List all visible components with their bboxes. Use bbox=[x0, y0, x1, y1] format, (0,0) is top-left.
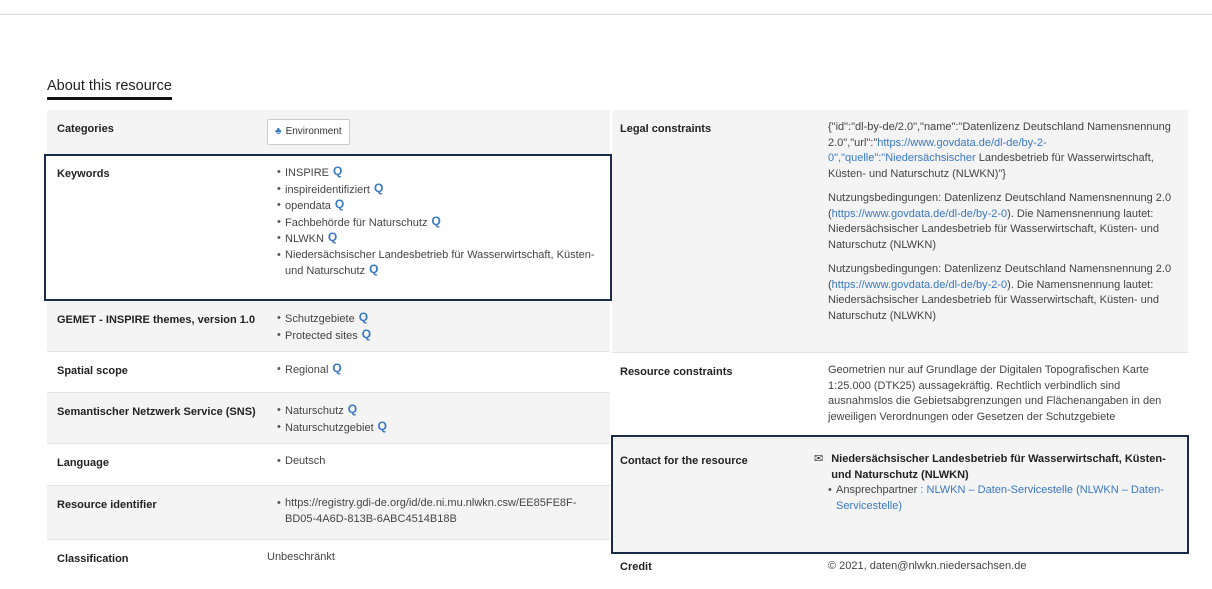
keyword-text: opendata bbox=[285, 200, 331, 212]
row-gemet: GEMET - INSPIRE themes, version 1.0 Schu… bbox=[47, 300, 610, 351]
list-item: Fachbehörde für NaturschutzQ bbox=[277, 214, 600, 232]
list-item: Niedersächsischer Landesbetrieb für Wass… bbox=[277, 248, 600, 280]
categories-label: Categories bbox=[57, 123, 114, 135]
spatial-scope-label: Spatial scope bbox=[57, 365, 128, 377]
row-keywords: Keywords INSPIREQ inspireidentifiziertQ … bbox=[47, 154, 610, 300]
classification-value: Unbeschränkt bbox=[267, 551, 335, 563]
language-list: Deutsch bbox=[267, 454, 600, 470]
keywords-label: Keywords bbox=[57, 168, 110, 180]
classification-label: Classification bbox=[57, 553, 129, 565]
keyword-text: NLWKN bbox=[285, 233, 324, 245]
contact-list: Ansprechpartner : NLWKN – Daten-Services… bbox=[814, 483, 1178, 514]
row-spatial-scope: Spatial scope RegionalQ bbox=[47, 351, 610, 392]
scope-text: Regional bbox=[285, 364, 329, 376]
resource-identifier-label: Resource identifier bbox=[57, 499, 157, 511]
legal-paragraph: {"id":"dl-by-de/2.0","name":"Datenlizenz… bbox=[828, 120, 1178, 182]
sns-text: Naturschutz bbox=[285, 405, 344, 417]
envelope-icon: ✉ bbox=[814, 453, 824, 465]
spatial-scope-value: RegionalQ bbox=[267, 352, 610, 392]
license-link[interactable]: https://www.govdata.de/dl-de/by-2-0 bbox=[832, 208, 1007, 220]
row-resource-identifier: Resource identifier https://registry.gdi… bbox=[47, 485, 610, 539]
section-title: About this resource bbox=[47, 78, 172, 100]
row-sns: Semantischer Netzwerk Service (SNS) Natu… bbox=[47, 392, 610, 443]
top-divider bbox=[0, 14, 1212, 15]
list-item: Protected sites Q bbox=[277, 327, 600, 345]
gemet-value: SchutzgebieteQ Protected sitesQ bbox=[267, 301, 610, 351]
list-item: inspireidentifiziert Q bbox=[277, 181, 600, 199]
list-item: INSPIREQ bbox=[277, 164, 600, 182]
list-item: opendata Q bbox=[277, 197, 600, 215]
sns-value: Naturschutz Q Naturschutzgebiet Q bbox=[267, 393, 610, 443]
search-icon[interactable]: Q bbox=[333, 164, 342, 180]
search-icon[interactable]: Q bbox=[328, 230, 337, 246]
row-legal-constraints: Legal constraints {"id":"dl-by-de/2.0","… bbox=[612, 110, 1188, 352]
credit-label: Credit bbox=[620, 561, 652, 573]
row-credit: Credit © 2021, daten@nlwkn.niedersachsen… bbox=[612, 552, 1188, 583]
keywords-list: INSPIREQ inspireidentifiziertQ opendataQ… bbox=[267, 164, 600, 280]
legal-paragraph: Nutzungsbedingungen: Datenlizenz Deutsch… bbox=[828, 262, 1178, 324]
keyword-text: Fachbehörde für Naturschutz bbox=[285, 216, 428, 229]
list-item: Deutsch bbox=[277, 454, 600, 470]
row-contact: Contact for the resource ✉ Niedersächsis… bbox=[612, 438, 1188, 552]
language-label: Language bbox=[57, 457, 109, 469]
search-icon[interactable]: Q bbox=[369, 262, 378, 278]
contact-organisation: Niedersächsischer Landesbetrieb für Wass… bbox=[831, 453, 1166, 481]
search-icon[interactable]: Q bbox=[359, 310, 368, 326]
sns-label: Semantischer Netzwerk Service (SNS) bbox=[57, 406, 256, 418]
environment-category-button[interactable]: ♣ Environment bbox=[267, 119, 350, 145]
resource-identifier-value: https://registry.gdi-de.org/id/de.ni.mu.… bbox=[267, 486, 610, 539]
row-categories: Categories ♣ Environment bbox=[47, 110, 610, 154]
list-item: https://registry.gdi-de.org/id/de.ni.mu.… bbox=[277, 496, 600, 527]
gemet-label: GEMET - INSPIRE themes, version 1.0 bbox=[57, 314, 256, 326]
keyword-text: INSPIRE bbox=[285, 167, 330, 179]
list-item: RegionalQ bbox=[277, 361, 600, 379]
environment-label: Environment bbox=[285, 126, 342, 137]
tree-icon: ♣ bbox=[275, 126, 282, 137]
credit-value: © 2021, daten@nlwkn.niedersachsen.de bbox=[828, 560, 1027, 572]
license-link[interactable]: https://www.govdata.de/dl-de/by-2-0 bbox=[832, 279, 1007, 291]
list-item: Naturschutz Q bbox=[277, 402, 600, 420]
language-text: Deutsch bbox=[285, 455, 326, 467]
resource-constraints-value: Geometrien nur auf Grundlage der Digital… bbox=[828, 364, 1162, 423]
legal-paragraph: Nutzungsbedingungen: Datenlizenz Deutsch… bbox=[828, 191, 1178, 253]
identifier-text: https://registry.gdi-de.org/id/de.ni.mu.… bbox=[285, 497, 577, 525]
list-item: Ansprechpartner : NLWKN – Daten-Services… bbox=[828, 483, 1178, 514]
list-item: Naturschutzgebiet Q bbox=[277, 419, 600, 437]
resource-constraints-label: Resource constraints bbox=[620, 366, 733, 378]
legal-constraints-value: {"id":"dl-by-de/2.0","name":"Datenlizenz… bbox=[828, 110, 1188, 352]
row-classification: Classification Unbeschränkt bbox=[47, 539, 610, 577]
search-icon[interactable]: Q bbox=[332, 361, 341, 377]
list-item: NLWKN Q bbox=[277, 230, 600, 248]
identifier-list: https://registry.gdi-de.org/id/de.ni.mu.… bbox=[267, 496, 600, 527]
keyword-text: inspireidentifiziert bbox=[285, 183, 370, 196]
sns-text: Naturschutzgebiet bbox=[285, 421, 374, 434]
legal-constraints-label: Legal constraints bbox=[620, 123, 712, 135]
row-resource-constraints: Resource constraints Geometrien nur auf … bbox=[612, 352, 1188, 438]
search-icon[interactable]: Q bbox=[335, 197, 344, 213]
search-icon[interactable]: Q bbox=[362, 327, 371, 343]
keyword-text: Niedersächsischer Landesbetrieb für Wass… bbox=[285, 248, 595, 278]
categories-value: ♣ Environment bbox=[267, 110, 610, 154]
theme-text: Schutzgebiete bbox=[285, 313, 355, 325]
contact-role: Ansprechpartner bbox=[836, 484, 918, 496]
language-value: Deutsch bbox=[267, 444, 610, 485]
search-icon[interactable]: Q bbox=[374, 181, 383, 197]
spatial-scope-list: RegionalQ bbox=[267, 361, 600, 379]
search-icon[interactable]: Q bbox=[378, 419, 387, 435]
right-metadata-table: Legal constraints {"id":"dl-by-de/2.0","… bbox=[612, 110, 1188, 583]
keywords-value: INSPIREQ inspireidentifiziertQ opendataQ… bbox=[267, 155, 610, 300]
gemet-list: SchutzgebieteQ Protected sitesQ bbox=[267, 310, 600, 345]
left-metadata-table: Categories ♣Environment Keywords INSPIRE… bbox=[47, 110, 610, 577]
search-icon[interactable]: Q bbox=[348, 402, 357, 418]
search-icon[interactable]: Q bbox=[431, 214, 440, 230]
contact-value: ✉ Niedersächsischer Landesbetrieb für Wa… bbox=[814, 439, 1188, 552]
theme-text: Protected sites bbox=[285, 329, 358, 342]
contact-org-line: ✉ Niedersächsischer Landesbetrieb für Wa… bbox=[814, 452, 1178, 483]
sns-list: Naturschutz Q Naturschutzgebiet Q bbox=[267, 402, 600, 437]
contact-label: Contact for the resource bbox=[620, 455, 748, 467]
list-item: Schutzgebiete Q bbox=[277, 310, 600, 328]
contact-separator: : bbox=[917, 484, 927, 496]
row-language: Language Deutsch bbox=[47, 443, 610, 485]
